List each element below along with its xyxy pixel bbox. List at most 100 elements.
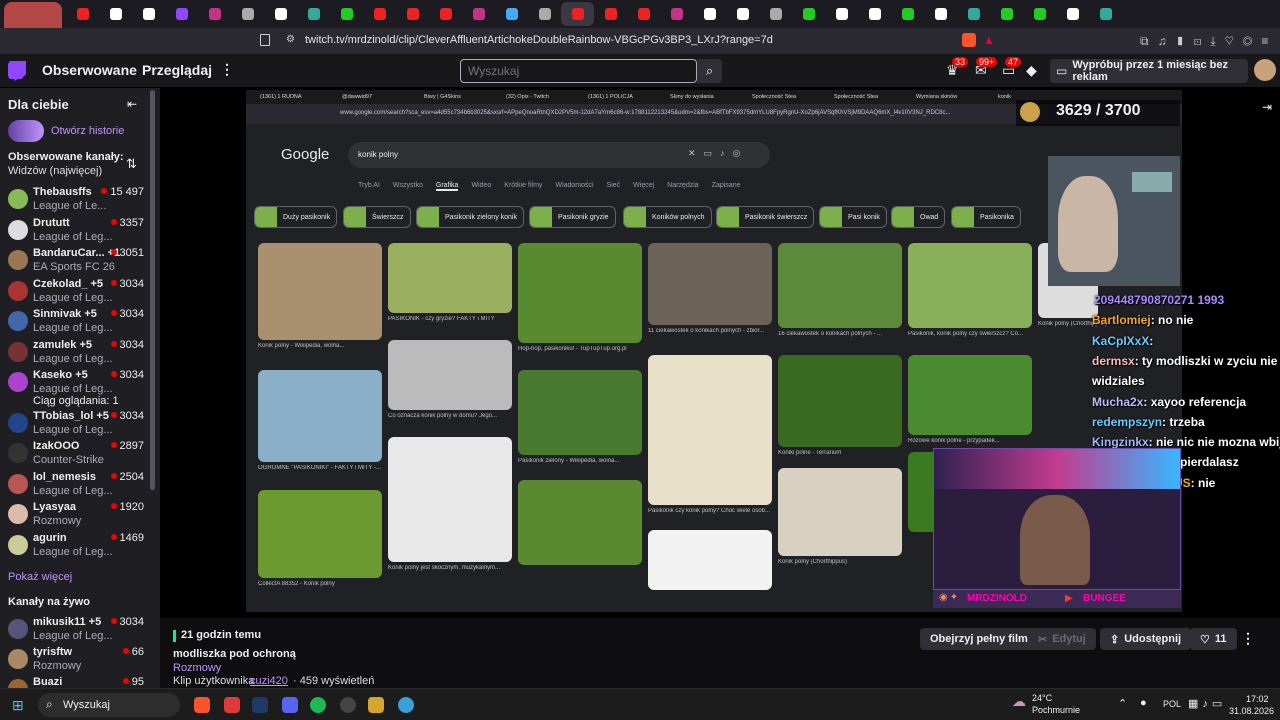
bits-icon[interactable]: ◆ — [1026, 62, 1037, 79]
browser-tab[interactable] — [627, 2, 660, 26]
browser-tab[interactable] — [891, 2, 924, 26]
browser-tab[interactable] — [396, 2, 429, 26]
user-avatar[interactable] — [1254, 59, 1276, 81]
extensions-icons[interactable]: ⧉♫▮⊡⤓♡◎≡ — [1140, 34, 1277, 49]
channel-name: Kaseko +5 — [33, 369, 88, 381]
sidebar-channel[interactable]: TTobias_lol +5 League of Leg... 3034 — [0, 410, 150, 441]
browser-tab[interactable] — [264, 2, 297, 26]
browser-tab[interactable] — [165, 2, 198, 26]
browser-tab[interactable] — [792, 2, 825, 26]
clip-author-link[interactable]: cuzi420 — [250, 675, 288, 687]
turbo-promo-button[interactable]: ▭ Wypróbuj przez 1 miesiąc bez reklam — [1050, 59, 1248, 83]
sort-icon[interactable]: ⇅ — [126, 156, 137, 172]
more-icon[interactable]: ⋮ — [220, 61, 234, 78]
twitch-logo-icon[interactable] — [8, 61, 26, 81]
browser-tab[interactable] — [231, 2, 264, 26]
stories-avatars[interactable] — [8, 120, 44, 142]
browser-tab[interactable] — [990, 2, 1023, 26]
inner-tab: Biwy | G4Skins — [424, 94, 461, 100]
browser-tab[interactable] — [825, 2, 858, 26]
like-button[interactable]: ♡ 11 — [1190, 628, 1237, 650]
url-text[interactable]: twitch.tv/mrdzinold/clip/CleverAffluentA… — [305, 34, 773, 46]
sidebar-channel[interactable]: agurin League of Leg... 1469 — [0, 532, 150, 563]
steam-taskbar-icon[interactable] — [340, 697, 356, 713]
sidebar-channel[interactable]: IzakOOO Counter-Strike 2897 — [0, 440, 150, 471]
show-more-link[interactable]: Pokaż więcej — [8, 571, 72, 583]
browser-tab[interactable] — [726, 2, 759, 26]
browser-tab[interactable] — [363, 2, 396, 26]
app2-taskbar-icon[interactable] — [252, 697, 268, 713]
browser-tab[interactable] — [297, 2, 330, 26]
image-result — [258, 490, 382, 578]
sidebar-channel[interactable]: Sinmivak +5 League of Leg... 3034 — [0, 308, 150, 339]
collapse-sidebar-icon[interactable]: ⇤ — [127, 97, 137, 111]
brave-shield-icon[interactable] — [962, 33, 976, 47]
whispers-badge: 47 — [1005, 57, 1022, 67]
browser-tab[interactable] — [99, 2, 132, 26]
sidebar-channel[interactable]: BandaruCar... +1 EA Sports FC 26 3051 — [0, 247, 150, 278]
site-info-icon[interactable]: ⚙ — [286, 34, 295, 45]
spotify-taskbar-icon[interactable] — [310, 697, 326, 713]
sidebar-channel[interactable]: Thebausffs League of Le... 15 497 — [0, 186, 150, 217]
browser-tab[interactable] — [429, 2, 462, 26]
browser-tab[interactable] — [594, 2, 627, 26]
watch-full-button[interactable]: Obejrzyj pełny film — [920, 628, 1038, 650]
browser-tab[interactable] — [198, 2, 231, 26]
open-stories-link[interactable]: Otwórz historie — [51, 125, 124, 137]
language[interactable]: POL — [1163, 699, 1181, 709]
tray-chevron-icon[interactable]: ⌃ — [1118, 697, 1127, 710]
edit-button[interactable]: ✂ Edytuj — [1028, 628, 1096, 650]
nav-followed[interactable]: Obserwowane — [42, 62, 137, 78]
search-button[interactable]: ⌕ — [697, 59, 722, 83]
browser-tab-strip — [0, 0, 1280, 60]
app4-taskbar-icon[interactable] — [398, 697, 414, 713]
thumbs-up-icon: ♡ — [1200, 633, 1210, 646]
sidebar-scrollbar[interactable] — [150, 90, 155, 490]
discord-taskbar-icon[interactable] — [282, 697, 298, 713]
browser-tab[interactable] — [660, 2, 693, 26]
browser-tab[interactable] — [858, 2, 891, 26]
warning-icon[interactable]: ▲ — [983, 33, 995, 47]
sidebar-channel[interactable]: Kaseko +5 League of Leg... 3034 Ciąg ogląda… — [0, 369, 150, 407]
bookmark-icon[interactable] — [260, 34, 270, 46]
browser-tab[interactable] — [693, 2, 726, 26]
browser-tab[interactable] — [495, 2, 528, 26]
browser-tab[interactable] — [1089, 2, 1122, 26]
browser-tab[interactable] — [1023, 2, 1056, 26]
browser-tab[interactable] — [528, 2, 561, 26]
brave-taskbar-icon[interactable] — [194, 697, 210, 713]
channel-game: League of Leg... — [33, 423, 113, 436]
twitch-search-input[interactable] — [460, 59, 697, 83]
windows-start-icon[interactable]: ⊞ — [12, 697, 24, 714]
theatre-icon[interactable]: ⇥ — [1262, 100, 1272, 114]
browser-tab[interactable] — [561, 2, 594, 26]
more-options-icon[interactable]: ⋮ — [1241, 630, 1255, 647]
taskbar-search[interactable]: ⌕ Wyszukaj — [38, 693, 180, 717]
app3-taskbar-icon[interactable] — [368, 697, 384, 713]
mic-icon[interactable]: ● — [1140, 697, 1147, 709]
sidebar-channel[interactable]: Lyasyaa Rozmowy 1920 — [0, 501, 150, 532]
viewer-count: 15 497 — [101, 186, 144, 198]
sidebar-channel[interactable]: Czekolad_ +5 League of Leg... 3034 — [0, 278, 150, 309]
browser-tab[interactable] — [132, 2, 165, 26]
browser-tab[interactable] — [957, 2, 990, 26]
browser-tab[interactable] — [462, 2, 495, 26]
app-taskbar-icon[interactable] — [224, 697, 240, 713]
browser-tab[interactable] — [924, 2, 957, 26]
address-bar[interactable]: ⚙ twitch.tv/mrdzinold/clip/CleverAffluen… — [0, 28, 1280, 54]
browser-tab[interactable] — [330, 2, 363, 26]
sidebar-channel[interactable]: Drututt League of Leg... 3357 — [0, 217, 150, 248]
browser-tab[interactable] — [759, 2, 792, 26]
nav-browse[interactable]: Przeglądaj — [142, 62, 212, 78]
browser-tab[interactable] — [1056, 2, 1089, 26]
sidebar-live-channel[interactable]: tyrisftw Rozmowy 66 — [0, 646, 150, 677]
sidebar-channel[interactable]: lol_nemesis League of Leg... 2504 — [0, 471, 150, 502]
tray-icons[interactable]: ▦♪▭ — [1188, 697, 1226, 710]
share-button[interactable]: ⇪ Udostępnij — [1100, 628, 1192, 650]
chat-message: Kingzinkx: nie nic nie mozna wbija — [1092, 435, 1280, 449]
sidebar: Dla ciebie ⇤ Otwórz historie Obserwowane… — [0, 88, 160, 699]
sidebar-live-channel[interactable]: mikusik11 +5 League of Leg... 3034 — [0, 616, 150, 647]
clip-category[interactable]: Rozmowy — [173, 662, 221, 674]
sidebar-channel[interactable]: zamulek +5 League of Leg... 3034 — [0, 339, 150, 370]
browser-tab[interactable] — [66, 2, 99, 26]
